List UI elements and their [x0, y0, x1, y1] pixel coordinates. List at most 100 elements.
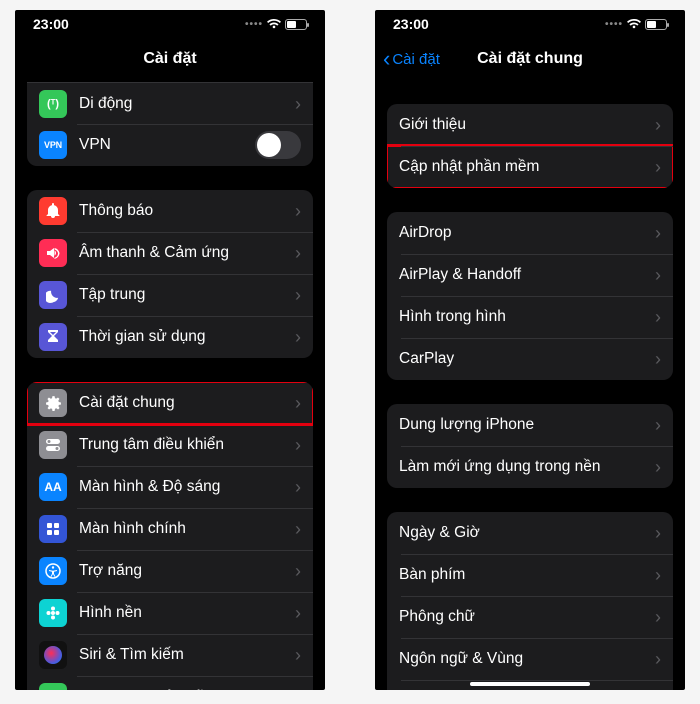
row-cellular[interactable]: (ᵀ) Di động ›	[27, 82, 313, 124]
chevron-right-icon: ›	[295, 286, 301, 304]
vpn-toggle[interactable]	[255, 131, 301, 159]
toggles-icon	[39, 431, 67, 459]
wifi-icon	[267, 19, 281, 30]
wifi-icon	[627, 19, 641, 30]
chevron-right-icon: ›	[295, 520, 301, 538]
chevron-right-icon: ›	[655, 116, 661, 134]
row-label: Hình nền	[79, 604, 291, 622]
row-label: AirPlay & Handoff	[399, 266, 651, 284]
hourglass-icon	[39, 323, 67, 351]
row-focus[interactable]: Tập trung ›	[27, 274, 313, 316]
row-label: VPN	[79, 136, 255, 154]
row-fonts[interactable]: Phông chữ ›	[387, 596, 673, 638]
group-air: AirDrop › AirPlay & Handoff › Hình trong…	[387, 212, 673, 380]
group-lang: Ngày & Giờ › Bàn phím › Phông chữ › Ngôn…	[387, 512, 673, 690]
status-indicators: ••••	[605, 19, 667, 30]
chevron-right-icon: ›	[295, 202, 301, 220]
chevron-right-icon: ›	[655, 608, 661, 626]
status-time: 23:00	[33, 16, 69, 32]
row-label: Phông chữ	[399, 608, 651, 626]
row-label: Thời gian sử dụng	[79, 328, 291, 346]
battery-icon	[645, 19, 667, 30]
phone-settings-main: 23:00 •••• Cài đặt (ᵀ) Di động › VPN VPN	[15, 10, 325, 690]
row-label: Bàn phím	[399, 566, 651, 584]
row-label: Thông báo	[79, 202, 291, 220]
row-control-center[interactable]: Trung tâm điều khiển ›	[27, 424, 313, 466]
chevron-right-icon: ›	[655, 266, 661, 284]
cellular-signal-icon: ••••	[605, 19, 623, 30]
row-airplay[interactable]: AirPlay & Handoff ›	[387, 254, 673, 296]
row-accessibility[interactable]: Trợ năng ›	[27, 550, 313, 592]
row-storage[interactable]: Dung lượng iPhone ›	[387, 404, 673, 446]
row-vpn[interactable]: VPN VPN	[27, 124, 313, 166]
accessibility-icon	[39, 557, 67, 585]
cellular-signal-icon: ••••	[245, 19, 263, 30]
row-siri[interactable]: Siri & Tìm kiếm ›	[27, 634, 313, 676]
row-faceid[interactable]: Face ID & Mật mã ›	[27, 676, 313, 690]
row-general[interactable]: Cài đặt chung ›	[27, 382, 313, 424]
row-label: Cài đặt chung	[79, 394, 291, 412]
row-about[interactable]: Giới thiệu ›	[387, 104, 673, 146]
page-title: Cài đặt	[143, 50, 196, 68]
row-label: Trung tâm điều khiển	[79, 436, 291, 454]
apps-grid-icon	[39, 515, 67, 543]
row-label: Face ID & Mật mã	[79, 688, 291, 690]
row-label: Làm mới ứng dụng trong nền	[399, 458, 651, 476]
nav-bar: ‹ Cài đặt Cài đặt chung	[375, 38, 685, 80]
row-date[interactable]: Ngày & Giờ ›	[387, 512, 673, 554]
chevron-right-icon: ›	[655, 458, 661, 476]
row-sound[interactable]: Âm thanh & Cảm ứng ›	[27, 232, 313, 274]
chevron-right-icon: ›	[655, 308, 661, 326]
textsize-icon: AA	[39, 473, 67, 501]
chevron-right-icon: ›	[655, 350, 661, 368]
row-label: CarPlay	[399, 350, 651, 368]
chevron-right-icon: ›	[295, 328, 301, 346]
row-screentime[interactable]: Thời gian sử dụng ›	[27, 316, 313, 358]
row-label: Màn hình chính	[79, 520, 291, 538]
row-keyboard[interactable]: Bàn phím ›	[387, 554, 673, 596]
nav-bar: Cài đặt	[15, 38, 325, 80]
chevron-right-icon: ›	[655, 416, 661, 434]
flower-icon	[39, 599, 67, 627]
row-notifications[interactable]: Thông báo ›	[27, 190, 313, 232]
home-indicator[interactable]	[470, 682, 590, 686]
row-label: Âm thanh & Cảm ứng	[79, 244, 291, 262]
group-storage: Dung lượng iPhone › Làm mới ứng dụng tro…	[387, 404, 673, 488]
row-label: Cập nhật phần mềm	[399, 158, 651, 176]
chevron-right-icon: ›	[295, 95, 301, 113]
row-label: Hình trong hình	[399, 308, 651, 326]
chevron-right-icon: ›	[655, 224, 661, 242]
chevron-right-icon: ›	[295, 478, 301, 496]
row-label: Giới thiệu	[399, 116, 651, 134]
row-display[interactable]: AA Màn hình & Độ sáng ›	[27, 466, 313, 508]
row-carplay[interactable]: CarPlay ›	[387, 338, 673, 380]
group-system: Cài đặt chung › Trung tâm điều khiển › A…	[27, 382, 313, 690]
speaker-icon	[39, 239, 67, 267]
row-wallpaper[interactable]: Hình nền ›	[27, 592, 313, 634]
group-about: Giới thiệu › Cập nhật phần mềm ›	[387, 104, 673, 188]
row-label: AirDrop	[399, 224, 651, 242]
status-indicators: ••••	[245, 19, 307, 30]
moon-icon	[39, 281, 67, 309]
row-label: Tập trung	[79, 286, 291, 304]
back-button[interactable]: ‹ Cài đặt	[383, 48, 440, 70]
row-software-update[interactable]: Cập nhật phần mềm ›	[387, 146, 673, 188]
gear-icon	[39, 389, 67, 417]
chevron-right-icon: ›	[655, 158, 661, 176]
row-label: Siri & Tìm kiếm	[79, 646, 291, 664]
row-bg-refresh[interactable]: Làm mới ứng dụng trong nền ›	[387, 446, 673, 488]
group-connectivity: (ᵀ) Di động › VPN VPN	[27, 82, 313, 166]
battery-icon	[285, 19, 307, 30]
row-airdrop[interactable]: AirDrop ›	[387, 212, 673, 254]
chevron-right-icon: ›	[295, 244, 301, 262]
row-label: Trợ năng	[79, 562, 291, 580]
row-language[interactable]: Ngôn ngữ & Vùng ›	[387, 638, 673, 680]
row-pip[interactable]: Hình trong hình ›	[387, 296, 673, 338]
siri-icon	[39, 641, 67, 669]
chevron-right-icon: ›	[295, 394, 301, 412]
row-homescreen[interactable]: Màn hình chính ›	[27, 508, 313, 550]
chevron-left-icon: ‹	[383, 48, 390, 70]
back-label: Cài đặt	[392, 51, 440, 68]
vpn-icon: VPN	[39, 131, 67, 159]
chevron-right-icon: ›	[655, 524, 661, 542]
